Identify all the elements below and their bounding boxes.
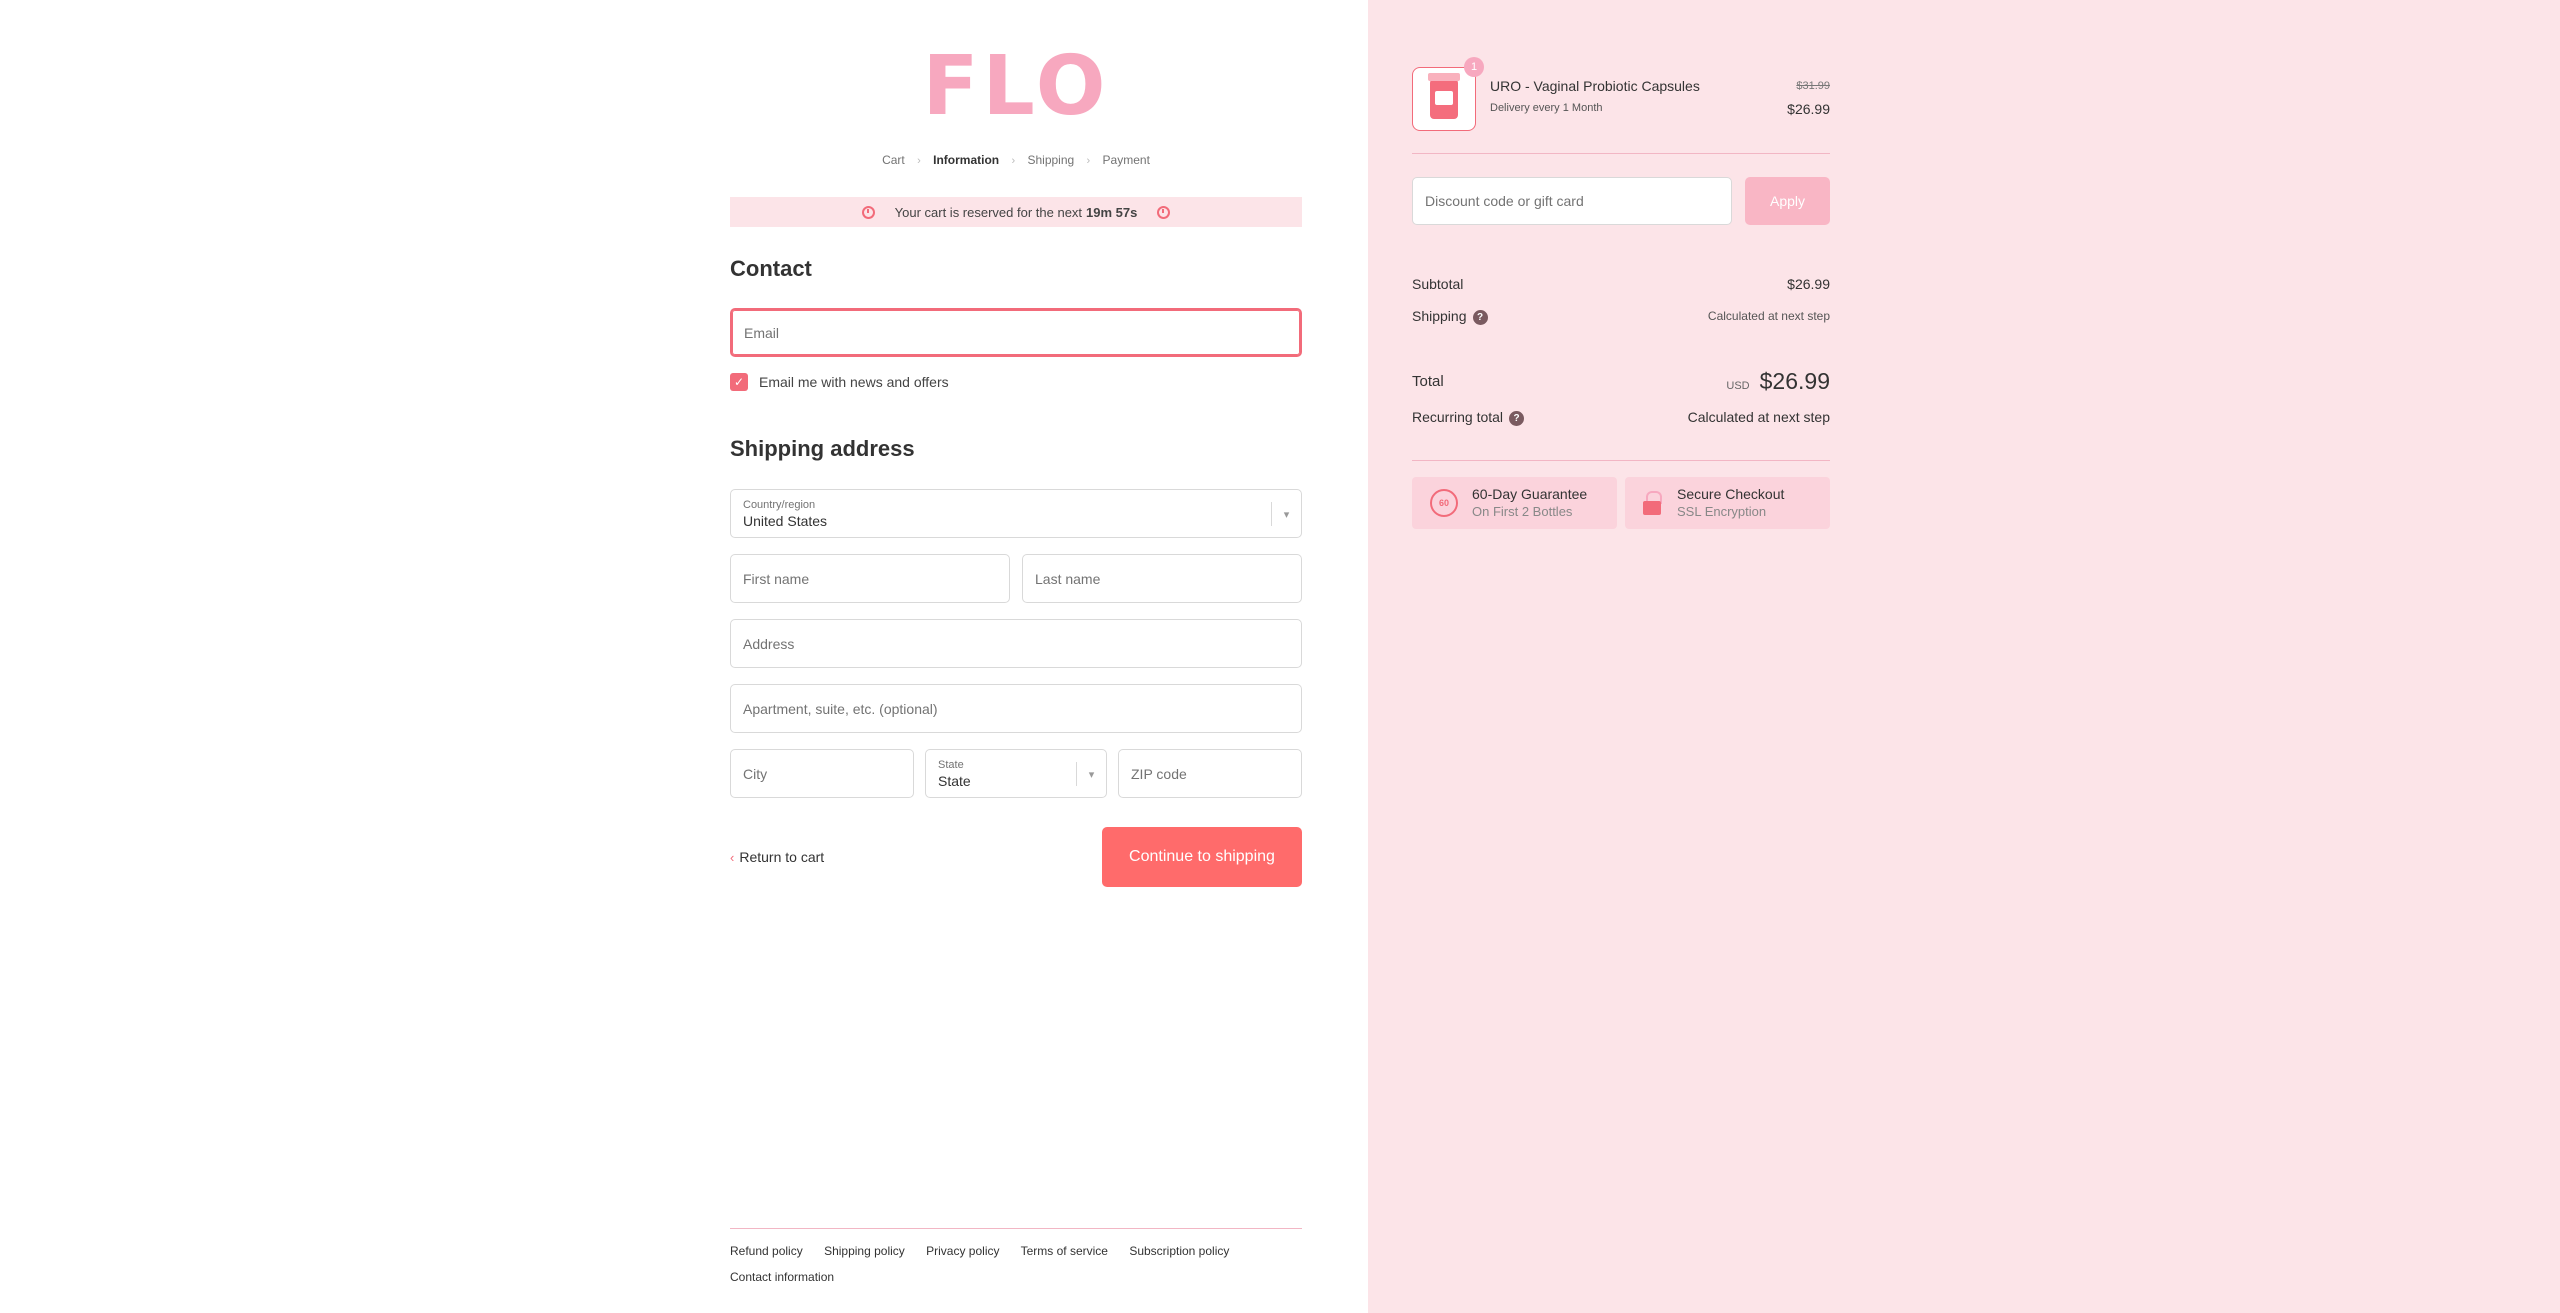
discount-placeholder: Discount code or gift card bbox=[1425, 193, 1584, 209]
alarm-clock-icon bbox=[861, 205, 875, 219]
shipping-row: Shipping? Calculated at next step bbox=[1412, 308, 1830, 325]
return-label: Return to cart bbox=[739, 849, 825, 865]
last-name-field[interactable]: Last name bbox=[1022, 554, 1302, 603]
continue-to-shipping-button[interactable]: Continue to shipping bbox=[1102, 827, 1302, 887]
city-field[interactable]: City bbox=[730, 749, 914, 798]
recurring-value: Calculated at next step bbox=[1687, 409, 1830, 426]
last-name-placeholder: Last name bbox=[1035, 570, 1101, 587]
newsletter-checkbox-row[interactable]: ✓ Email me with news and offers bbox=[730, 373, 949, 391]
banner-text: Your cart is reserved for the next bbox=[894, 204, 1083, 220]
breadcrumb-cart[interactable]: Cart bbox=[882, 153, 905, 167]
first-name-placeholder: First name bbox=[743, 570, 810, 587]
subtotal-value: $26.99 bbox=[1787, 276, 1830, 292]
quantity-badge: 1 bbox=[1464, 57, 1484, 77]
total-value: $26.99 bbox=[1759, 368, 1830, 394]
product-thumbnail bbox=[1412, 67, 1476, 131]
email-placeholder: Email bbox=[744, 324, 780, 341]
checkout-main: FLO Cart › Information › Shipping › Paym… bbox=[0, 0, 1368, 1313]
zip-field[interactable]: ZIP code bbox=[1118, 749, 1302, 798]
newsletter-label: Email me with news and offers bbox=[759, 374, 949, 390]
chevron-down-icon: ▾ bbox=[1076, 762, 1106, 786]
guarantee-badge: 60 60-Day Guarantee On First 2 Bottles bbox=[1412, 477, 1617, 529]
country-select[interactable]: Country/region United States ▾ bbox=[730, 489, 1302, 538]
city-placeholder: City bbox=[743, 765, 768, 782]
breadcrumb-shipping: Shipping bbox=[1027, 153, 1075, 167]
state-label: State bbox=[938, 758, 964, 771]
apartment-placeholder: Apartment, suite, etc. (optional) bbox=[743, 700, 938, 717]
help-icon[interactable]: ? bbox=[1509, 410, 1525, 426]
chevron-left-icon: ‹ bbox=[730, 849, 735, 865]
chevron-right-icon: › bbox=[1011, 155, 1016, 167]
footer-links: Refund policy Shipping policy Privacy po… bbox=[730, 1244, 1302, 1258]
secure-title: Secure Checkout bbox=[1677, 486, 1785, 502]
total-label: Total bbox=[1412, 373, 1444, 390]
privacy-policy-link[interactable]: Privacy policy bbox=[926, 1244, 999, 1258]
product-price: $26.99 bbox=[1787, 101, 1830, 117]
shipping-address-heading: Shipping address bbox=[730, 436, 915, 461]
product-name: URO - Vaginal Probiotic Capsules bbox=[1490, 78, 1700, 94]
apply-button[interactable]: Apply bbox=[1745, 177, 1830, 225]
checkout-column: FLO Cart › Information › Shipping › Paym… bbox=[730, 0, 1302, 1313]
product-original-price: $31.99 bbox=[1796, 80, 1830, 92]
apartment-field[interactable]: Apartment, suite, etc. (optional) bbox=[730, 684, 1302, 733]
shipping-policy-link[interactable]: Shipping policy bbox=[824, 1244, 905, 1258]
secure-checkout-badge: Secure Checkout SSL Encryption bbox=[1625, 477, 1830, 529]
refund-policy-link[interactable]: Refund policy bbox=[730, 1244, 803, 1258]
total-currency: USD bbox=[1726, 380, 1750, 392]
subtotal-label: Subtotal bbox=[1412, 276, 1464, 292]
zip-placeholder: ZIP code bbox=[1131, 765, 1187, 782]
address-field[interactable]: Address bbox=[730, 619, 1302, 668]
country-value: United States bbox=[743, 512, 828, 529]
discount-code-input[interactable]: Discount code or gift card bbox=[1412, 177, 1732, 225]
state-value: State bbox=[938, 772, 971, 789]
flo-logo[interactable]: FLO bbox=[730, 42, 1302, 132]
secure-subtitle: SSL Encryption bbox=[1677, 504, 1767, 519]
address-placeholder: Address bbox=[743, 635, 795, 652]
return-to-cart-link[interactable]: ‹ Return to cart bbox=[730, 849, 824, 865]
product-jar-icon bbox=[1428, 73, 1460, 119]
recurring-label-wrap: Recurring total? bbox=[1412, 409, 1525, 426]
help-icon[interactable]: ? bbox=[1472, 309, 1488, 325]
banner-timer: 19m 57s bbox=[1086, 204, 1138, 220]
divider bbox=[1412, 460, 1830, 461]
email-field[interactable]: Email bbox=[730, 308, 1302, 357]
guarantee-title: 60-Day Guarantee bbox=[1472, 486, 1588, 502]
breadcrumb-payment: Payment bbox=[1102, 153, 1150, 167]
breadcrumb-information: Information bbox=[933, 153, 1000, 167]
cart-reserved-banner: Your cart is reserved for the next 19m 5… bbox=[730, 197, 1302, 227]
state-select[interactable]: State State ▾ bbox=[925, 749, 1107, 798]
subtotal-row: Subtotal $26.99 bbox=[1412, 276, 1830, 292]
first-name-field[interactable]: First name bbox=[730, 554, 1010, 603]
shipping-label: Shipping bbox=[1412, 308, 1467, 324]
secure-text: Secure Checkout SSL Encryption bbox=[1677, 486, 1784, 520]
guarantee-subtitle: On First 2 Bottles bbox=[1472, 504, 1573, 519]
guarantee-text: 60-Day Guarantee On First 2 Bottles bbox=[1472, 486, 1587, 520]
alarm-clock-icon bbox=[1157, 205, 1171, 219]
contact-information-link[interactable]: Contact information bbox=[730, 1270, 1302, 1284]
chevron-right-icon: › bbox=[917, 155, 921, 167]
contact-heading: Contact bbox=[730, 256, 812, 281]
breadcrumb: Cart › Information › Shipping › Payment bbox=[730, 153, 1302, 167]
total-amount: USD $26.99 bbox=[1726, 368, 1830, 395]
shipping-label-wrap: Shipping? bbox=[1412, 308, 1488, 325]
total-row: Total USD $26.99 bbox=[1412, 368, 1830, 395]
lock-icon bbox=[1643, 491, 1662, 515]
recurring-label: Recurring total bbox=[1412, 409, 1504, 425]
shipping-value: Calculated at next step bbox=[1707, 309, 1830, 324]
footer: Refund policy Shipping policy Privacy po… bbox=[730, 1228, 1302, 1284]
chevron-down-icon: ▾ bbox=[1271, 502, 1301, 526]
country-label: Country/region bbox=[743, 498, 816, 511]
recurring-total-row: Recurring total? Calculated at next step bbox=[1412, 409, 1830, 426]
60-day-badge-icon: 60 bbox=[1430, 489, 1458, 517]
terms-of-service-link[interactable]: Terms of service bbox=[1021, 1244, 1108, 1258]
chevron-right-icon: › bbox=[1086, 155, 1091, 167]
order-summary-column: 1 URO - Vaginal Probiotic Capsules Deliv… bbox=[1412, 0, 1830, 1313]
subscription-policy-link[interactable]: Subscription policy bbox=[1129, 1244, 1229, 1258]
product-delivery: Delivery every 1 Month bbox=[1490, 102, 1603, 114]
divider bbox=[1412, 153, 1830, 154]
checkmark-icon[interactable]: ✓ bbox=[730, 373, 748, 391]
